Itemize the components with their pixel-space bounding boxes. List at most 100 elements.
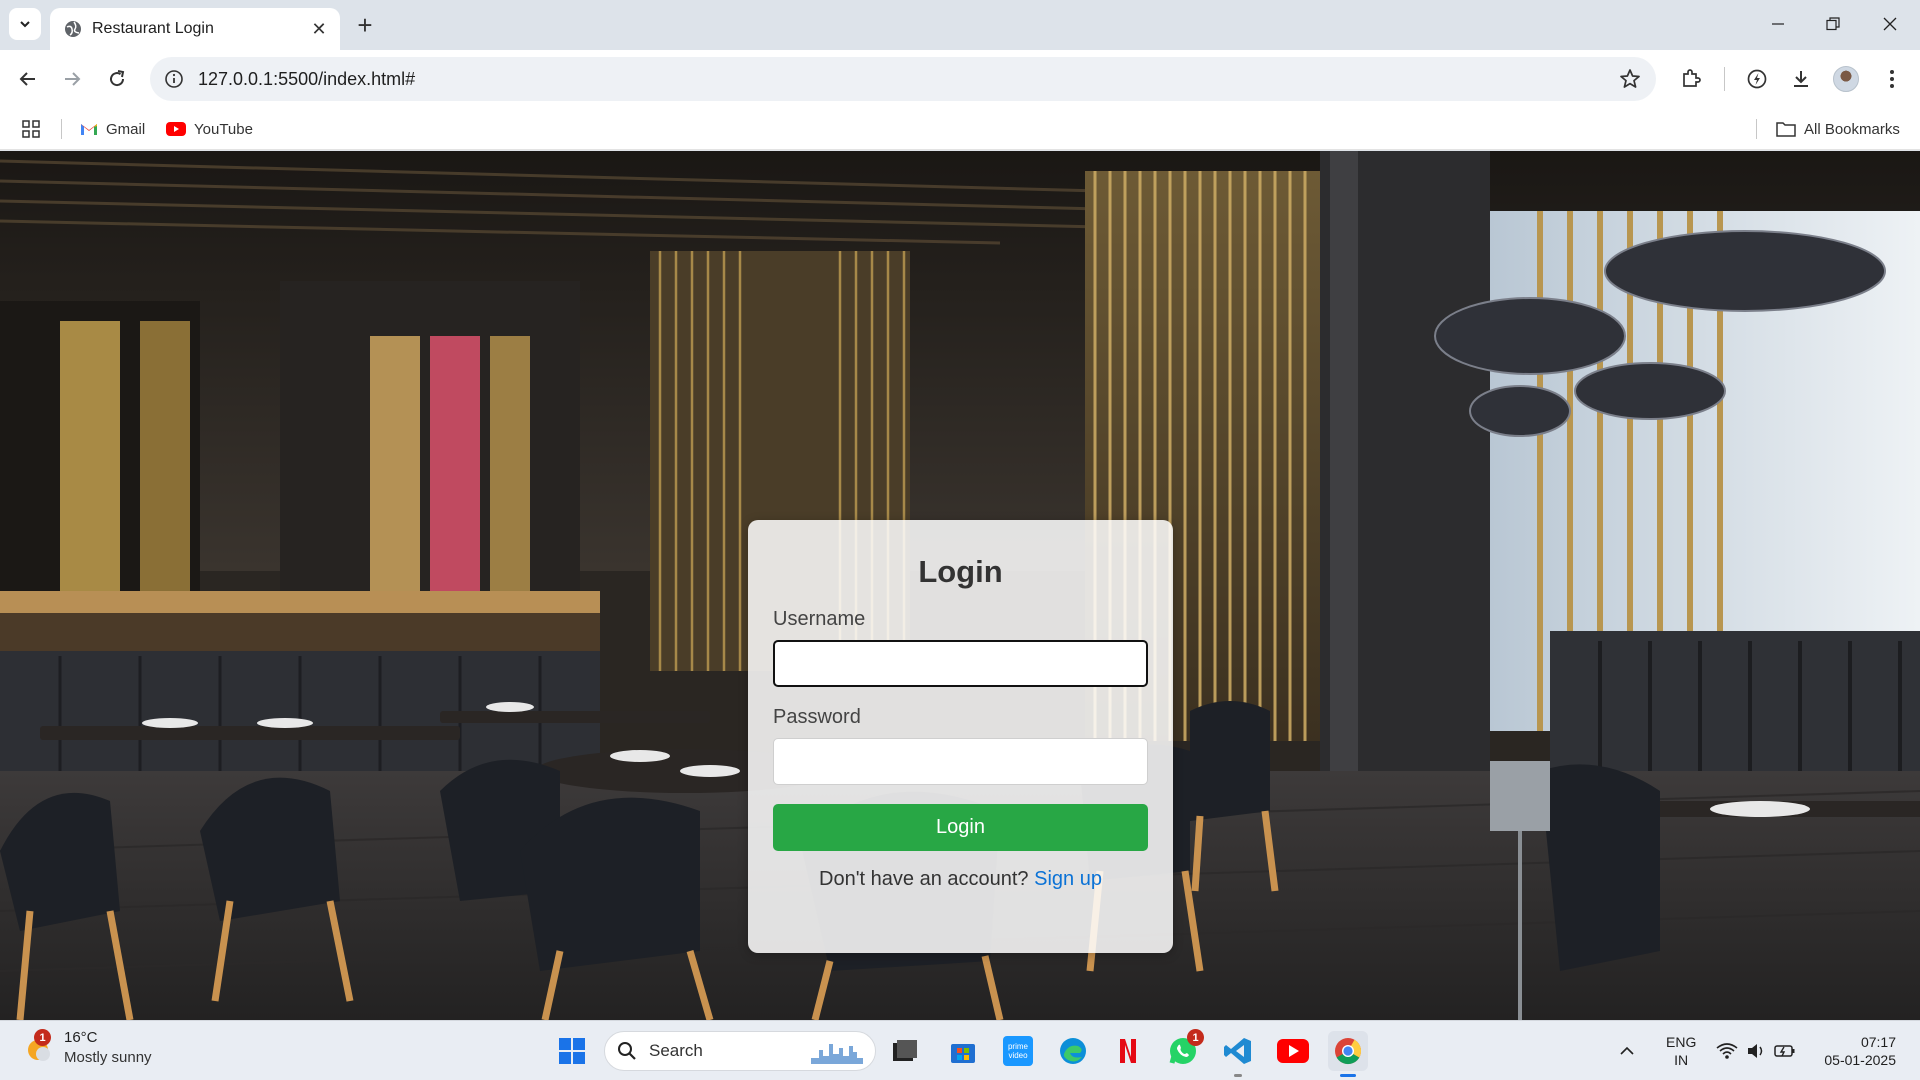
youtube-icon	[166, 122, 186, 136]
back-button[interactable]	[11, 62, 45, 96]
page-viewport: Login Username Password Login Don't have…	[0, 151, 1920, 1020]
system-tray[interactable]	[1716, 1021, 1796, 1080]
youtube-app-button[interactable]	[1273, 1031, 1313, 1071]
signup-prompt: Don't have an account?	[819, 868, 1029, 890]
restore-icon	[1826, 17, 1840, 31]
language-line2: IN	[1674, 1052, 1689, 1068]
download-icon	[1794, 71, 1808, 87]
show-hidden-icons-button[interactable]	[1612, 1031, 1642, 1071]
toolbar-divider	[1724, 67, 1725, 91]
url-text: 127.0.0.1:5500/index.html#	[198, 68, 416, 89]
bookmark-gmail[interactable]: Gmail	[80, 116, 145, 142]
bookmark-youtube[interactable]: YouTube	[166, 116, 253, 142]
youtube-icon	[1277, 1039, 1309, 1063]
wifi-icon	[1716, 1043, 1738, 1059]
password-label: Password	[773, 706, 861, 728]
language-line1: ENG	[1666, 1034, 1697, 1050]
search-icon	[618, 1042, 636, 1060]
prime-video-icon: primevideo	[1003, 1036, 1033, 1066]
start-button[interactable]	[552, 1031, 592, 1071]
taskbar: 1 16°C Mostly sunny Search primevideo 1	[0, 1020, 1920, 1080]
login-button[interactable]: Login	[773, 804, 1148, 851]
svg-text:video: video	[1008, 1051, 1028, 1060]
all-bookmarks-button[interactable]: All Bookmarks	[1776, 116, 1900, 142]
active-indicator	[1340, 1074, 1356, 1077]
reload-button[interactable]	[100, 62, 134, 96]
folder-icon	[1776, 122, 1796, 137]
tab-strip: Restaurant Login ✕ +	[0, 0, 1920, 50]
clock-date: 05-01-2025	[1824, 1052, 1896, 1068]
volume-icon	[1748, 1044, 1763, 1058]
gmail-icon	[81, 124, 97, 135]
extensions-button[interactable]	[1674, 62, 1708, 96]
tab-title: Restaurant Login	[92, 20, 214, 37]
address-bar[interactable]: 127.0.0.1:5500/index.html#	[150, 57, 1656, 101]
netflix-icon	[1120, 1039, 1136, 1063]
minimize-button[interactable]	[1758, 6, 1798, 42]
running-indicator	[1234, 1074, 1242, 1077]
puzzle-icon	[1683, 69, 1701, 87]
store-icon	[951, 1044, 975, 1063]
bookmarks-bar: Gmail YouTube All Bookmarks	[0, 108, 1920, 150]
search-label: Search	[649, 1041, 703, 1060]
username-label: Username	[773, 608, 866, 630]
arrow-right-icon	[65, 72, 81, 86]
bookmark-label: YouTube	[194, 120, 253, 138]
edge-button[interactable]	[1053, 1031, 1093, 1071]
chrome-button[interactable]	[1328, 1031, 1368, 1077]
minimize-icon	[1772, 23, 1784, 25]
chevron-down-icon	[20, 21, 30, 28]
close-icon	[1883, 17, 1897, 31]
login-card: Login Username Password Login Don't have…	[748, 520, 1173, 953]
system-clock[interactable]: 07:17 05-01-2025	[1810, 1033, 1896, 1069]
vscode-icon	[1224, 1038, 1251, 1064]
weather-icon: 1	[24, 1029, 54, 1063]
kebab-menu-icon	[1890, 70, 1894, 88]
close-window-button[interactable]	[1870, 6, 1910, 42]
password-input[interactable]	[773, 738, 1148, 785]
windows-icon	[559, 1038, 585, 1064]
new-tab-button[interactable]: +	[350, 10, 380, 40]
battery-icon	[1774, 1045, 1795, 1057]
weather-badge: 1	[34, 1029, 51, 1046]
taskview-icon	[893, 1040, 917, 1061]
downloads-button[interactable]	[1784, 62, 1818, 96]
whatsapp-button[interactable]: 1	[1163, 1029, 1204, 1071]
close-tab-icon[interactable]: ✕	[308, 18, 330, 40]
bookmark-star-icon[interactable]	[1618, 67, 1642, 91]
signup-link[interactable]: Sign up	[1034, 868, 1102, 890]
performance-button[interactable]	[1740, 62, 1774, 96]
all-bookmarks-label: All Bookmarks	[1804, 120, 1900, 138]
menu-button[interactable]	[1875, 62, 1909, 96]
username-input[interactable]	[773, 640, 1148, 687]
tab-search-button[interactable]	[9, 8, 41, 40]
globe-icon	[65, 21, 81, 37]
language-indicator[interactable]: ENG IN	[1666, 1033, 1696, 1069]
tab-active[interactable]: Restaurant Login ✕	[50, 8, 340, 50]
restore-button[interactable]	[1813, 6, 1853, 42]
chrome-icon	[1335, 1038, 1362, 1065]
forward-button[interactable]	[55, 62, 89, 96]
avatar	[1833, 66, 1859, 92]
bookmark-label: Gmail	[106, 120, 146, 138]
weather-temp: 16°C	[64, 1029, 98, 1046]
taskbar-search[interactable]: Search	[604, 1031, 876, 1071]
prime-video-button[interactable]: prime video	[998, 1031, 1038, 1071]
apps-button[interactable]	[22, 116, 40, 142]
arrow-left-icon	[19, 72, 35, 86]
speedometer-icon	[1747, 69, 1767, 89]
svg-text:prime: prime	[1008, 1042, 1029, 1051]
vscode-button[interactable]	[1218, 1031, 1258, 1077]
apps-grid-icon	[22, 120, 40, 138]
weather-widget[interactable]: 1 16°C Mostly sunny	[24, 1028, 152, 1068]
skyline-icon	[811, 1044, 863, 1064]
site-info-icon[interactable]	[164, 69, 184, 89]
store-button[interactable]	[943, 1031, 983, 1071]
profile-button[interactable]	[1829, 62, 1863, 96]
bookmarks-divider	[1756, 119, 1757, 139]
netflix-button[interactable]	[1108, 1031, 1148, 1071]
bookmarks-divider	[61, 119, 62, 139]
weather-condition: Mostly sunny	[64, 1049, 152, 1066]
chevron-up-icon	[1620, 1046, 1634, 1055]
taskview-button[interactable]	[885, 1031, 925, 1071]
